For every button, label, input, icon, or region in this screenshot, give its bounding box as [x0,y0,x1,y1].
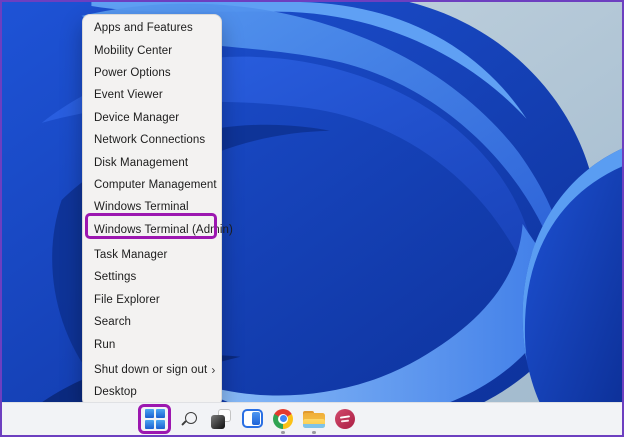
menu-item-shut-down-or-sign-out[interactable]: Shut down or sign out › [83,359,221,381]
menu-item-event-viewer[interactable]: Event Viewer [83,84,221,106]
menu-item-power-options[interactable]: Power Options [83,62,221,84]
windows-logo-icon [145,409,165,429]
menu-item-task-manager[interactable]: Task Manager [83,244,221,266]
widgets-button[interactable] [240,407,264,431]
chrome-icon [273,409,293,429]
running-indicator-dot [281,431,285,434]
menu-item-desktop[interactable]: Desktop [83,381,221,403]
menu-item-mobility-center[interactable]: Mobility Center [83,39,221,61]
task-view-button[interactable] [209,407,233,431]
menu-item-label: Shut down or sign out [94,364,207,376]
task-view-icon [211,409,231,429]
winx-context-menu: Apps and Features Mobility Center Power … [82,14,222,407]
menu-item-windows-terminal[interactable]: Windows Terminal [83,196,221,218]
menu-item-computer-management[interactable]: Computer Management [83,174,221,196]
menu-item-run[interactable]: Run [83,333,221,355]
red-app-button[interactable] [333,407,357,431]
annotation-highlight-box-start [138,404,171,434]
red-app-icon [335,409,355,429]
desktop-screen: Apps and Features Mobility Center Power … [0,0,624,437]
menu-item-search[interactable]: Search [83,311,221,333]
running-indicator-dot [312,431,316,434]
menu-item-disk-management[interactable]: Disk Management [83,151,221,173]
start-button[interactable] [144,408,166,430]
submenu-chevron-right-icon: › [207,364,215,376]
menu-item-device-manager[interactable]: Device Manager [83,107,221,129]
file-explorer-icon [303,410,325,428]
search-button[interactable] [178,407,202,431]
widgets-icon [242,409,263,428]
chrome-button[interactable] [271,407,295,431]
search-icon [182,411,198,427]
menu-item-windows-terminal-admin[interactable]: Windows Terminal (Admin) [83,219,221,241]
menu-item-apps-and-features[interactable]: Apps and Features [83,17,221,39]
taskbar [2,402,622,435]
menu-item-settings[interactable]: Settings [83,266,221,288]
file-explorer-button[interactable] [302,407,326,431]
taskbar-icon-group [138,402,357,435]
menu-item-file-explorer[interactable]: File Explorer [83,289,221,311]
menu-item-network-connections[interactable]: Network Connections [83,129,221,151]
